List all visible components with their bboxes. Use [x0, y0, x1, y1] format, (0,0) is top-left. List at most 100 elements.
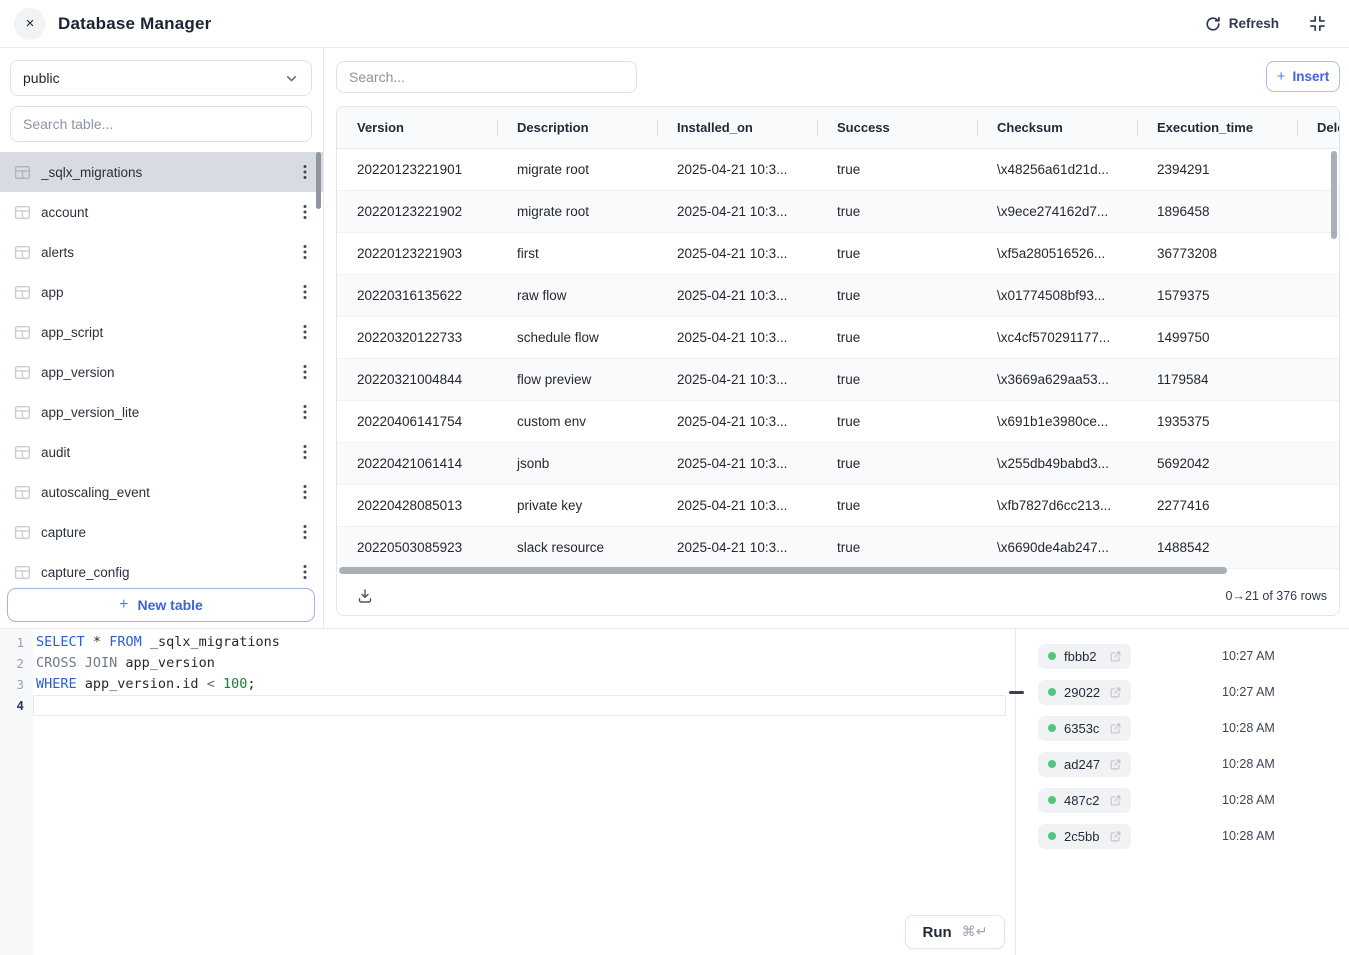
table-cell[interactable]: 2025-04-21 10:3... — [657, 204, 817, 219]
table-cell[interactable]: 5692042 — [1137, 456, 1297, 471]
new-table-button[interactable]: + New table — [7, 588, 315, 622]
column-header[interactable]: Execution_time — [1137, 107, 1297, 148]
table-cell[interactable]: 1935375 — [1137, 414, 1297, 429]
table-row[interactable]: 20220428085013 private key 2025-04-21 10… — [337, 485, 1339, 527]
table-cell[interactable]: true — [817, 288, 977, 303]
table-cell[interactable]: \x691b1e3980ce... — [977, 414, 1137, 429]
external-link-icon[interactable] — [1109, 830, 1122, 843]
table-cell[interactable]: 1499750 — [1137, 330, 1297, 345]
sidebar-table-item[interactable]: _sqlx_migrations — [0, 152, 323, 192]
history-run-pill[interactable]: 487c2 — [1038, 788, 1131, 813]
table-row[interactable]: 20220316135622 raw flow 2025-04-21 10:3.… — [337, 275, 1339, 317]
table-cell[interactable]: 1488542 — [1137, 540, 1297, 555]
kebab-menu-icon[interactable] — [299, 401, 311, 423]
kebab-menu-icon[interactable] — [299, 321, 311, 343]
history-run-pill[interactable]: 29022 — [1038, 680, 1131, 705]
sql-editor[interactable]: 1 SELECT * FROM _sqlx_migrations 2 CROSS… — [0, 629, 1016, 955]
table-cell[interactable]: 2025-04-21 10:3... — [657, 498, 817, 513]
table-cell[interactable]: \x6690de4ab247... — [977, 540, 1137, 555]
table-cell[interactable]: \x01774508bf93... — [977, 288, 1137, 303]
column-header[interactable]: Success — [817, 107, 977, 148]
table-cell[interactable]: 2025-04-21 10:3... — [657, 414, 817, 429]
table-cell[interactable]: 20220421061414 — [337, 456, 497, 471]
run-button[interactable]: Run ⌘↵ — [905, 915, 1005, 949]
rows-search-input[interactable] — [336, 61, 637, 93]
history-run-pill[interactable]: 6353c — [1038, 716, 1131, 741]
table-cell[interactable]: \x48256a61d21d... — [977, 162, 1137, 177]
table-cell[interactable]: 20220320122733 — [337, 330, 497, 345]
editor-line[interactable]: 1 SELECT * FROM _sqlx_migrations — [0, 632, 1015, 653]
table-cell[interactable]: \x3669a629aa53... — [977, 372, 1137, 387]
sidebar-table-item[interactable]: capture_config — [0, 552, 323, 588]
vertical-scrollbar-thumb[interactable] — [1331, 151, 1337, 239]
kebab-menu-icon[interactable] — [299, 241, 311, 263]
table-cell[interactable]: 1579375 — [1137, 288, 1297, 303]
table-cell[interactable]: 1179584 — [1137, 372, 1297, 387]
kebab-menu-icon[interactable] — [299, 521, 311, 543]
external-link-icon[interactable] — [1109, 722, 1122, 735]
table-cell[interactable]: 20220406141754 — [337, 414, 497, 429]
external-link-icon[interactable] — [1109, 686, 1122, 699]
kebab-menu-icon[interactable] — [299, 561, 311, 583]
table-cell[interactable]: 1896458 — [1137, 204, 1297, 219]
table-cell[interactable]: \x9ece274162d7... — [977, 204, 1137, 219]
table-row[interactable]: 20220321004844 flow preview 2025-04-21 1… — [337, 359, 1339, 401]
sidebar-scrollbar-thumb[interactable] — [316, 152, 321, 209]
table-cell[interactable]: 20220321004844 — [337, 372, 497, 387]
history-run-pill[interactable]: 2c5bb — [1038, 824, 1131, 849]
column-header[interactable]: Version — [337, 107, 497, 148]
editor-line[interactable]: 3 WHERE app_version.id < 100; — [0, 674, 1015, 695]
table-cell[interactable]: true — [817, 540, 977, 555]
table-cell[interactable]: 2025-04-21 10:3... — [657, 540, 817, 555]
insert-button[interactable]: + Insert — [1266, 61, 1340, 92]
sidebar-table-item[interactable]: app_version_lite — [0, 392, 323, 432]
sidebar-table-item[interactable]: app_version — [0, 352, 323, 392]
table-row[interactable]: 20220123221903 first 2025-04-21 10:3... … — [337, 233, 1339, 275]
sidebar-table-item[interactable]: app_script — [0, 312, 323, 352]
sidebar-table-item[interactable]: autoscaling_event — [0, 472, 323, 512]
editor-line[interactable]: 2 CROSS JOIN app_version — [0, 653, 1015, 674]
table-cell[interactable]: true — [817, 204, 977, 219]
horizontal-scrollbar-thumb[interactable] — [339, 567, 1227, 574]
table-cell[interactable]: 2025-04-21 10:3... — [657, 330, 817, 345]
close-button[interactable]: × — [14, 8, 46, 40]
table-cell[interactable]: true — [817, 498, 977, 513]
table-cell[interactable]: 20220123221901 — [337, 162, 497, 177]
sidebar-table-item[interactable]: capture — [0, 512, 323, 552]
column-header[interactable]: Installed_on — [657, 107, 817, 148]
sidebar-table-item[interactable]: alerts — [0, 232, 323, 272]
table-row[interactable]: 20220503085923 slack resource 2025-04-21… — [337, 527, 1339, 569]
sidebar-table-item[interactable]: account — [0, 192, 323, 232]
table-cell[interactable]: first — [497, 246, 657, 261]
table-cell[interactable]: \xfb7827d6cc213... — [977, 498, 1137, 513]
table-cell[interactable]: \xc4cf570291177... — [977, 330, 1137, 345]
table-row[interactable]: 20220406141754 custom env 2025-04-21 10:… — [337, 401, 1339, 443]
schema-select[interactable]: public — [10, 60, 312, 96]
history-run-pill[interactable]: ad247 — [1038, 752, 1131, 777]
table-cell[interactable]: 2025-04-21 10:3... — [657, 288, 817, 303]
table-cell[interactable]: slack resource — [497, 540, 657, 555]
table-cell[interactable]: 20220123221903 — [337, 246, 497, 261]
table-cell[interactable]: 20220316135622 — [337, 288, 497, 303]
table-cell[interactable]: schedule flow — [497, 330, 657, 345]
column-header[interactable]: Dele — [1297, 107, 1339, 148]
column-header[interactable]: Checksum — [977, 107, 1137, 148]
kebab-menu-icon[interactable] — [299, 161, 311, 183]
download-button[interactable] — [355, 586, 375, 606]
table-cell[interactable]: true — [817, 372, 977, 387]
kebab-menu-icon[interactable] — [299, 481, 311, 503]
table-cell[interactable]: migrate root — [497, 162, 657, 177]
history-run-pill[interactable]: fbbb2 — [1038, 644, 1131, 669]
table-cell[interactable]: private key — [497, 498, 657, 513]
table-cell[interactable]: custom env — [497, 414, 657, 429]
table-search-input[interactable] — [10, 106, 312, 142]
external-link-icon[interactable] — [1109, 794, 1122, 807]
table-cell[interactable]: true — [817, 456, 977, 471]
sidebar-table-item[interactable]: audit — [0, 432, 323, 472]
table-cell[interactable]: 2025-04-21 10:3... — [657, 246, 817, 261]
refresh-button[interactable]: Refresh — [1205, 16, 1279, 32]
table-cell[interactable]: raw flow — [497, 288, 657, 303]
table-cell[interactable]: true — [817, 246, 977, 261]
external-link-icon[interactable] — [1109, 758, 1122, 771]
kebab-menu-icon[interactable] — [299, 281, 311, 303]
